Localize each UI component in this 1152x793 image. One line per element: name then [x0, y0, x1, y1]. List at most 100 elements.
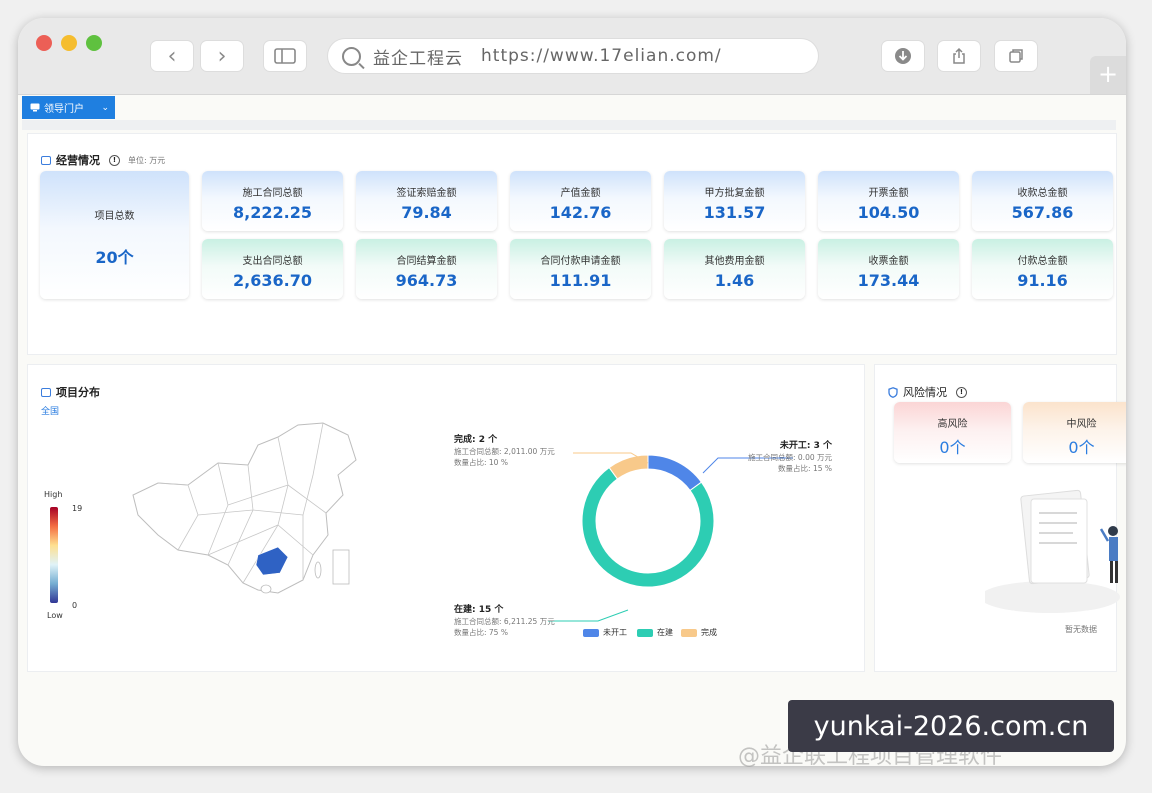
metric-card[interactable]: 甲方批复金额 131.57 [664, 171, 805, 231]
forward-button[interactable]: › [201, 41, 243, 71]
card-value: 79.84 [401, 203, 452, 222]
risk-title-text: 风险情况 [903, 386, 947, 399]
new-tab-button[interactable]: + [1090, 56, 1126, 94]
card-value: 142.76 [549, 203, 612, 222]
card-label: 产值金额 [560, 188, 601, 199]
metric-card[interactable]: 合同结算金额 964.73 [356, 239, 497, 299]
card-label: 付款总金额 [1017, 256, 1068, 267]
distribution-title-text: 项目分布 [56, 386, 100, 399]
empty-state-illustration [985, 489, 1120, 613]
business-title: 经营情况 ! 单位: 万元 [41, 152, 165, 168]
card-label: 合同付款申请金额 [540, 256, 621, 267]
card-value: 0个 [939, 438, 966, 457]
info-icon[interactable]: ! [956, 386, 967, 398]
tabs-overview-button[interactable] [995, 41, 1037, 71]
share-button[interactable] [938, 41, 980, 71]
annotation-not-started: 未开工: 3 个 施工合同总额: 0.00 万元 数量占比: 15 % [748, 441, 832, 473]
medium-risk-card[interactable]: 中风险 0个 [1023, 402, 1126, 463]
minimize-window-button[interactable] [61, 35, 77, 51]
card-label: 支出合同总额 [242, 256, 303, 267]
card-value: 173.44 [857, 271, 920, 290]
distribution-title: 项目分布 [41, 384, 100, 400]
card-value: 964.73 [395, 271, 458, 290]
metric-card[interactable]: 施工合同总额 8,222.25 [202, 171, 343, 231]
download-button[interactable] [882, 41, 924, 71]
metric-card[interactable]: 其他费用金额 1.46 [664, 239, 805, 299]
empty-state-text: 暂无数据 [1065, 625, 1097, 634]
browser-window: ‹ › 益企工程云 https://www.17elian.com/ + 领导门… [18, 18, 1126, 766]
risk-title: 风险情况 ! [888, 384, 967, 400]
header-strip [22, 120, 1116, 130]
annotation-complete: 完成: 2 个 施工合同总额: 2,011.00 万元 数量占比: 10 % [454, 435, 555, 467]
metric-card[interactable]: 签证索赔金额 79.84 [356, 171, 497, 231]
metric-card[interactable]: 产值金额 142.76 [510, 171, 651, 231]
business-title-text: 经营情况 [56, 154, 100, 167]
risk-panel: 风险情况 ! 高风险 0个 中风险 0个 暂无数据 [875, 365, 1126, 671]
sidebar-toggle-button[interactable] [264, 41, 306, 71]
scale-high-label: High [44, 490, 63, 499]
metric-card[interactable]: 付款总金额 91.16 [972, 239, 1113, 299]
card-value: 1.46 [714, 271, 755, 290]
card-value: 131.57 [703, 203, 766, 222]
browser-toolbar: ‹ › 益企工程云 https://www.17elian.com/ + [18, 18, 1126, 95]
distribution-panel: 项目分布 全国 High 19 0 Low 完成: 2 个 施工合同总额: 2, [28, 365, 864, 671]
download-icon [895, 48, 911, 64]
metric-card[interactable]: 收款总金额 567.86 [972, 171, 1113, 231]
chevron-right-icon: › [217, 43, 227, 69]
card-value: 91.16 [1017, 271, 1068, 290]
card-label: 开票金额 [868, 188, 909, 199]
card-value: 2,636.70 [233, 271, 312, 290]
legend-not-started[interactable]: 未开工 [583, 627, 627, 638]
sidebar-icon [274, 48, 296, 64]
business-panel: 经营情况 ! 单位: 万元 项目总数 20个 施工合同总额 8,222.25 签证索… [28, 134, 1116, 354]
heat-scale-bar[interactable] [50, 507, 58, 603]
card-label: 合同结算金额 [396, 256, 457, 267]
card-label: 其他费用金额 [704, 256, 765, 267]
metric-card[interactable]: 开票金额 104.50 [818, 171, 959, 231]
legend-swatch [583, 628, 599, 637]
scale-max: 19 [72, 504, 83, 513]
high-risk-card[interactable]: 高风险 0个 [894, 402, 1011, 463]
unit-label: 单位: 万元 [128, 155, 166, 165]
legend-swatch [681, 628, 697, 637]
card-value: 0个 [1068, 438, 1095, 457]
annotation-in-progress: 在建: 15 个 施工合同总额: 6,211.25 万元 数量占比: 75 % [454, 605, 555, 637]
legend-complete[interactable]: 完成 [681, 627, 717, 638]
project-total-card[interactable]: 项目总数 20个 [40, 171, 189, 299]
watermark-box: yunkai-2026.com.cn [788, 700, 1114, 752]
card-label: 项目总数 [94, 211, 135, 222]
card-label: 中风险 [1066, 419, 1097, 430]
card-label: 施工合同总额 [242, 188, 303, 199]
china-map[interactable] [128, 415, 368, 615]
back-button[interactable]: ‹ [151, 41, 193, 71]
chevron-down-icon: ⌄ [101, 102, 109, 113]
legend-in-progress[interactable]: 在建 [637, 627, 673, 638]
url-text: https://www.17elian.com/ [481, 46, 722, 66]
portal-selector[interactable]: 领导门户 ⌄ [22, 96, 115, 119]
plus-icon: + [1097, 60, 1119, 88]
metric-card[interactable]: 合同付款申请金额 111.91 [510, 239, 651, 299]
shield-icon [888, 386, 898, 398]
maximize-window-button[interactable] [86, 35, 102, 51]
portal-label: 领导门户 [44, 104, 84, 115]
card-label: 甲方批复金额 [704, 188, 765, 199]
card-label: 签证索赔金额 [396, 188, 457, 199]
close-window-button[interactable] [36, 35, 52, 51]
card-label: 高风险 [937, 419, 968, 430]
site-name: 益企工程云 [373, 48, 463, 69]
tabs-icon [1009, 49, 1023, 63]
card-value: 111.91 [549, 271, 612, 290]
scope-link[interactable]: 全国 [41, 404, 59, 417]
metric-card[interactable]: 支出合同总额 2,636.70 [202, 239, 343, 299]
card-value: 8,222.25 [233, 203, 312, 222]
bookmark-icon [41, 387, 51, 397]
address-bar[interactable]: 益企工程云 https://www.17elian.com/ [328, 39, 818, 73]
share-icon [953, 47, 965, 64]
card-label: 收票金额 [868, 256, 909, 267]
scale-low-label: Low [47, 611, 63, 620]
card-value: 104.50 [857, 203, 920, 222]
scale-min: 0 [72, 601, 78, 610]
monitor-icon [41, 155, 51, 165]
metric-card[interactable]: 收票金额 173.44 [818, 239, 959, 299]
info-icon[interactable]: ! [109, 154, 120, 166]
